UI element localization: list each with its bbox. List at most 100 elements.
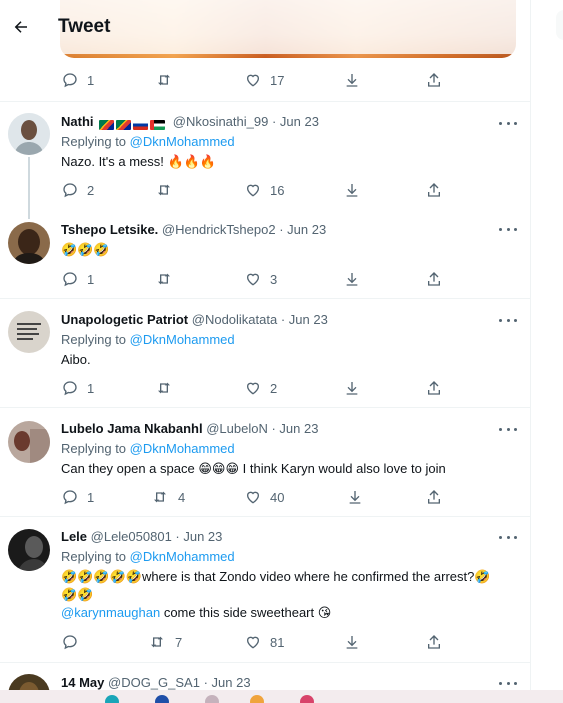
download-button[interactable] [344,269,360,289]
share-icon [428,490,440,504]
avatar[interactable] [8,529,50,571]
share-button[interactable] [426,180,442,200]
replying-to: Replying to @DknMohammed [61,134,235,149]
timestamp[interactable]: · Jun 23 [204,675,251,690]
display-name[interactable]: Tshepo Letsike. [61,222,158,237]
avatar[interactable] [8,113,50,155]
mention-link[interactable]: @DknMohammed [130,332,235,347]
like-button[interactable]: 17 [245,70,284,90]
handle[interactable]: @Lele050801 [91,529,172,544]
timestamp[interactable]: · Jun 23 [175,529,222,544]
download-button[interactable] [344,70,360,90]
retweet-button[interactable]: 7 [148,632,182,652]
more-button[interactable] [499,315,517,325]
retweet-button[interactable] [155,378,182,398]
display-name[interactable]: Lubelo Jama Nkabanhl [61,421,203,436]
divider [0,516,530,517]
back-button[interactable] [4,10,38,44]
handle[interactable]: @LubeloN [206,421,268,436]
like-button[interactable]: 16 [245,180,284,200]
reply-icon [63,635,77,650]
tweet-text: Aibo. [61,352,91,367]
taskbar-app-icon[interactable] [155,695,169,703]
reply-button[interactable]: 1 [62,70,94,90]
more-button[interactable] [499,224,517,234]
avatar[interactable] [8,311,50,353]
like-button[interactable]: 3 [245,269,277,289]
mention-link[interactable]: @DknMohammed [130,134,235,149]
mention-link[interactable]: @DknMohammed [130,549,235,564]
share-button[interactable] [426,70,442,90]
display-name[interactable]: Unapologetic Patriot [61,312,188,327]
taskbar-app-icon[interactable] [300,695,314,703]
reply-count: 1 [87,380,95,396]
share-button[interactable] [426,269,442,289]
replying-prefix: Replying to [61,549,127,564]
timestamp[interactable]: · Jun 23 [281,312,328,327]
handle[interactable]: @Nkosinathi_99 [173,114,269,129]
like-button[interactable]: 2 [245,378,277,398]
timestamp[interactable]: · Jun 23 [272,114,319,129]
reply-button[interactable]: 1 [62,487,94,507]
reply-button[interactable]: 2 [62,180,94,200]
share-button[interactable] [426,378,442,398]
avatar[interactable] [8,421,50,463]
tweet-thread-panel: Tweet 1 17 Nathi @Nkosinathi_99 · Jun 23… [0,0,531,703]
right-sidebar [532,0,563,703]
more-button[interactable] [499,424,517,434]
share-button[interactable] [426,487,442,507]
tweet-body: Can they open a space [61,461,195,476]
avatar[interactable] [8,222,50,264]
display-name[interactable]: Lele [61,529,87,544]
replying-prefix: Replying to [61,441,127,456]
handle[interactable]: @HendrickTshepo2 [162,222,276,237]
like-button[interactable]: 81 [245,632,284,652]
timestamp[interactable]: · Jun 23 [279,222,326,237]
tweet-text: 🤣🤣🤣🤣🤣where is that Zondo video where he … [61,569,491,585]
retweet-icon [158,184,170,196]
download-icon [349,491,361,504]
mention-link[interactable]: @DknMohammed [130,441,235,456]
reply-icon [63,490,77,505]
sidebar-card [556,10,563,40]
retweet-button[interactable] [155,70,182,90]
share-icon [428,73,440,87]
retweet-button[interactable]: 4 [151,487,185,507]
handle[interactable]: @Nodolikatata [192,312,277,327]
laughing-emojis: 🤣🤣🤣🤣🤣 [61,570,142,585]
handle[interactable]: @DOG_G_SA1 [108,675,200,690]
download-button[interactable] [347,487,363,507]
reply-button[interactable]: 1 [62,269,94,289]
taskbar-app-icon[interactable] [250,695,264,703]
like-button[interactable]: 40 [245,487,284,507]
reply-count: 2 [87,182,95,198]
download-icon [346,382,358,395]
grin-emojis: 😁😁😁 [198,462,240,477]
download-button[interactable] [344,632,360,652]
more-button[interactable] [499,678,517,688]
laughing-emojis: 🤣🤣 [61,588,94,603]
share-button[interactable] [426,632,442,652]
reply-button[interactable]: 1 [62,378,94,398]
tweet-text: Can they open a space 😁😁😁 I think Karyn … [61,461,446,477]
retweet-button[interactable] [155,269,182,289]
retweet-icon [158,382,170,394]
tweet-actions: 1 4 40 [0,487,530,507]
like-count: 16 [270,182,285,198]
reply-button[interactable] [62,632,87,652]
mention-link[interactable]: @karynmaughan [61,605,160,620]
kiss-emoji: 😘 [317,606,332,621]
reply-icon [63,272,77,287]
display-name[interactable]: 14 May [61,675,104,690]
download-button[interactable] [344,378,360,398]
share-icon [428,381,440,395]
display-name[interactable]: Nathi [61,114,94,129]
timestamp[interactable]: · Jun 23 [271,421,318,436]
retweet-icon [158,74,170,86]
more-button[interactable] [499,532,517,542]
taskbar-app-icon[interactable] [105,695,119,703]
download-button[interactable] [344,180,360,200]
retweet-button[interactable] [155,180,182,200]
taskbar-app-icon[interactable] [205,695,219,703]
more-button[interactable] [499,118,517,128]
